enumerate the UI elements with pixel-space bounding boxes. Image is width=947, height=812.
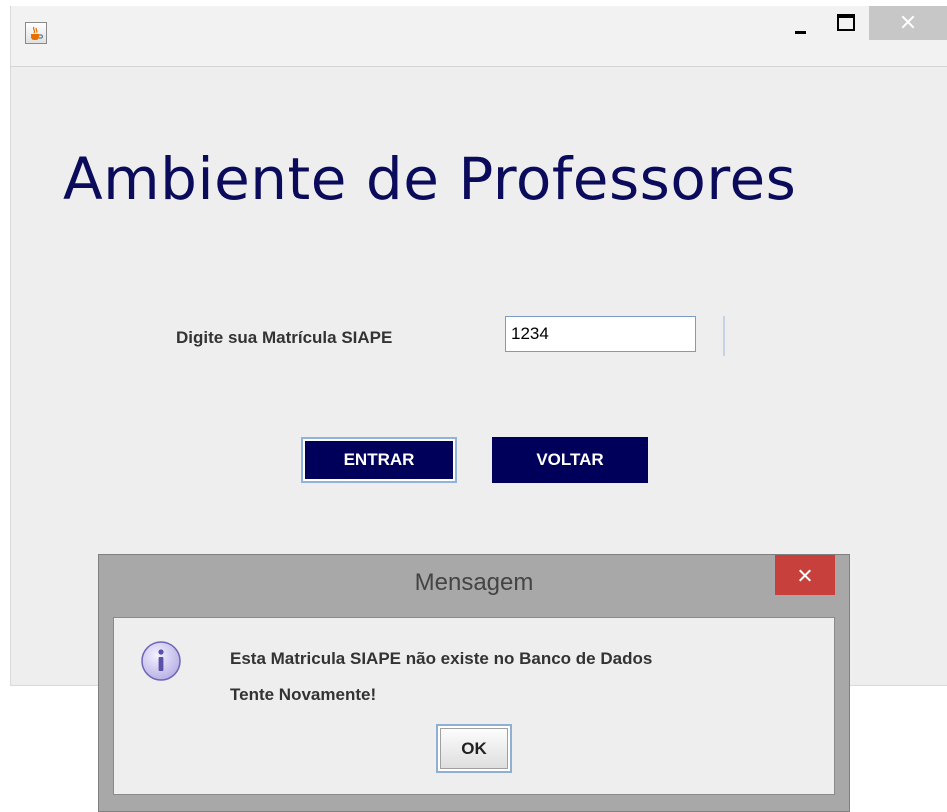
maximize-icon[interactable] xyxy=(829,6,865,40)
dialog-message-line-1: Esta Matricula SIAPE não existe no Banco… xyxy=(230,649,653,668)
siape-input[interactable] xyxy=(505,316,696,352)
page-title: Ambiente de Professores xyxy=(63,145,797,213)
close-icon[interactable] xyxy=(869,6,947,40)
field-separator xyxy=(723,316,725,356)
dialog-close-icon[interactable] xyxy=(775,555,835,595)
ok-button[interactable]: OK xyxy=(436,724,512,773)
info-icon xyxy=(141,641,181,681)
message-dialog: Mensagem Esta Matricula SIAPE não existe… xyxy=(98,554,850,812)
dialog-message-line-2: Tente Novamente! xyxy=(230,685,377,704)
title-bar[interactable] xyxy=(11,6,947,66)
enter-button[interactable]: ENTRAR xyxy=(301,437,457,483)
dialog-title: Mensagem xyxy=(414,569,534,596)
back-button[interactable]: VOLTAR xyxy=(492,437,648,483)
java-cup-icon[interactable] xyxy=(25,22,47,44)
dialog-body: Esta Matricula SIAPE não existe no Banco… xyxy=(113,617,835,795)
siape-label: Digite sua Matrícula SIAPE xyxy=(176,328,393,347)
minimize-icon[interactable] xyxy=(783,6,817,40)
